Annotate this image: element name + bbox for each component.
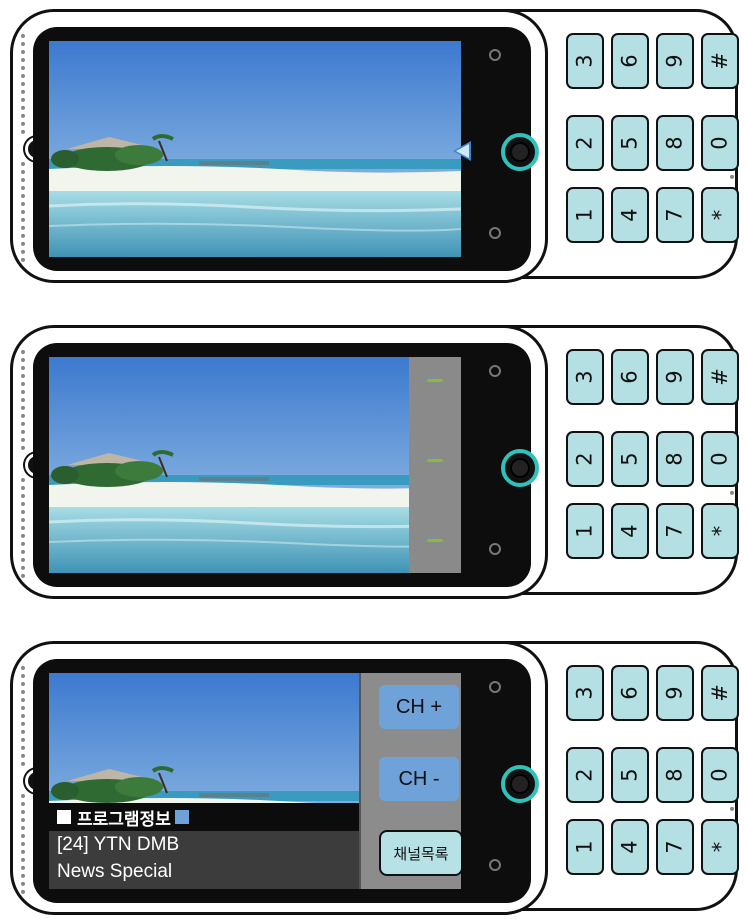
nav-button-icon[interactable]: [501, 133, 539, 171]
speaker-grille-top: [21, 350, 29, 450]
speaker-grille-top: [21, 666, 29, 766]
key-9[interactable]: 9: [656, 33, 694, 89]
soft-key-icon[interactable]: [489, 859, 501, 871]
speaker-grille-bottom: [21, 162, 29, 262]
tv-screen: [49, 41, 461, 257]
nav-button-icon[interactable]: [501, 765, 539, 803]
key-1[interactable]: 1: [566, 187, 604, 243]
screen-bezel: [33, 343, 539, 587]
channel-down-button[interactable]: CH -: [379, 757, 459, 801]
key-1[interactable]: 1: [566, 819, 604, 875]
level-tick: [427, 379, 443, 382]
key-4[interactable]: 4: [611, 503, 649, 559]
volume-overlay-bar[interactable]: [409, 357, 461, 573]
key-2[interactable]: 2: [566, 115, 604, 171]
key-5[interactable]: 5: [611, 431, 649, 487]
level-tick: [427, 459, 443, 462]
key-2[interactable]: 2: [566, 431, 604, 487]
nav-button-icon[interactable]: [501, 449, 539, 487]
soft-key-icon[interactable]: [489, 681, 501, 693]
key-star[interactable]: *: [701, 503, 739, 559]
key-9[interactable]: 9: [656, 349, 694, 405]
key-8[interactable]: 8: [656, 431, 694, 487]
key-3[interactable]: 3: [566, 349, 604, 405]
key-5[interactable]: 5: [611, 747, 649, 803]
white-square-icon: [57, 810, 71, 824]
key-0[interactable]: 0: [701, 115, 739, 171]
speaker-grille-bottom: [21, 478, 29, 578]
key-4[interactable]: 4: [611, 187, 649, 243]
soft-key-icon[interactable]: [489, 49, 501, 61]
key-star[interactable]: *: [701, 187, 739, 243]
key-star[interactable]: *: [701, 819, 739, 875]
key-hash[interactable]: #: [701, 349, 739, 405]
phone-body: [10, 325, 548, 599]
key-0[interactable]: 0: [701, 431, 739, 487]
key-5[interactable]: 5: [611, 115, 649, 171]
key-3[interactable]: 3: [566, 33, 604, 89]
channel-name: [24] YTN DMB: [57, 834, 180, 855]
key-6[interactable]: 6: [611, 349, 649, 405]
soft-key-icon[interactable]: [489, 365, 501, 377]
beach-video-frame: [49, 41, 461, 257]
key-2[interactable]: 2: [566, 747, 604, 803]
phone-landscape-2: 3 6 9 # 2 5 8 0 1 4 7 *: [10, 325, 740, 599]
level-tick: [427, 539, 443, 542]
key-6[interactable]: 6: [611, 665, 649, 721]
program-info-panel: 프로그램정보 [24] YTN DMB News Special: [49, 803, 359, 889]
key-8[interactable]: 8: [656, 747, 694, 803]
key-8[interactable]: 8: [656, 115, 694, 171]
key-4[interactable]: 4: [611, 819, 649, 875]
blue-square-icon: [174, 810, 189, 824]
key-7[interactable]: 7: [656, 187, 694, 243]
program-info-title: 프로그램정보: [77, 809, 171, 830]
speaker-grille-bottom: [21, 794, 29, 894]
phone-landscape-3: 프로그램정보 [24] YTN DMB News Special CH + CH…: [10, 641, 740, 915]
program-info-header: 프로그램정보: [49, 803, 359, 831]
phone-landscape-1: 3 6 9 # 2 5 8 0 1 4 7 *: [10, 9, 740, 283]
phone-body: 프로그램정보 [24] YTN DMB News Special CH + CH…: [10, 641, 548, 915]
key-0[interactable]: 0: [701, 747, 739, 803]
key-9[interactable]: 9: [656, 665, 694, 721]
soft-key-icon[interactable]: [489, 227, 501, 239]
soft-key-icon[interactable]: [489, 543, 501, 555]
program-name: News Special: [57, 861, 173, 882]
beach-video-frame: [49, 357, 461, 573]
tv-screen: [49, 357, 461, 573]
key-hash[interactable]: #: [701, 665, 739, 721]
speaker-grille-top: [21, 34, 29, 134]
screen-bezel: 프로그램정보 [24] YTN DMB News Special CH + CH…: [33, 659, 539, 903]
key-hash[interactable]: #: [701, 33, 739, 89]
channel-up-button[interactable]: CH +: [379, 685, 459, 729]
key-3[interactable]: 3: [566, 665, 604, 721]
channel-control-panel: CH + CH - 채널목록: [359, 673, 461, 889]
pointer-arrow-icon: [453, 141, 471, 161]
channel-list-button[interactable]: 채널목록: [379, 830, 461, 876]
key-7[interactable]: 7: [656, 819, 694, 875]
tv-screen: 프로그램정보 [24] YTN DMB News Special CH + CH…: [49, 673, 461, 889]
key-6[interactable]: 6: [611, 33, 649, 89]
phone-body: [10, 9, 548, 283]
key-1[interactable]: 1: [566, 503, 604, 559]
key-7[interactable]: 7: [656, 503, 694, 559]
screen-bezel: [33, 27, 539, 271]
